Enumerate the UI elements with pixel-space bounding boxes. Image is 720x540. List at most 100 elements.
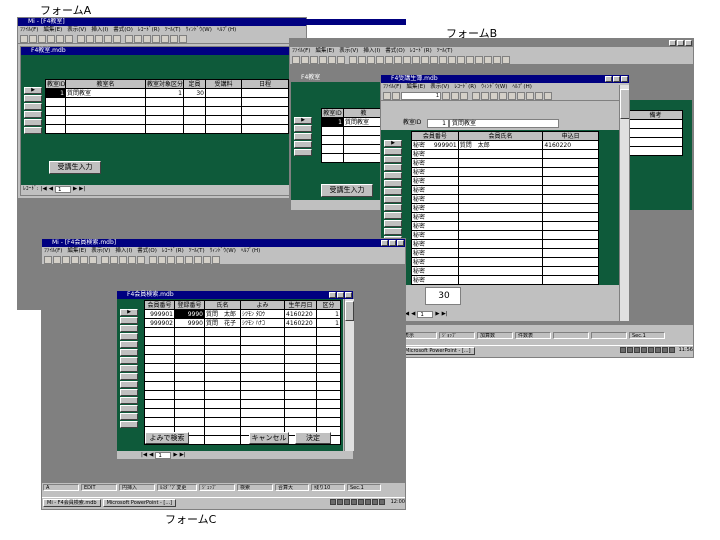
maximize-icon[interactable] <box>677 40 684 46</box>
toolbar-button-icon[interactable] <box>490 92 498 100</box>
cell-birthdate[interactable]: 4160220 <box>284 318 317 328</box>
scrollbar-thumb[interactable] <box>345 301 354 321</box>
toolbar-button-icon[interactable] <box>544 92 552 100</box>
empty-cell[interactable] <box>457 257 544 267</box>
row-selector[interactable] <box>384 148 402 155</box>
tray-icon[interactable] <box>344 499 350 505</box>
empty-cell[interactable] <box>144 336 175 346</box>
table-row[interactable] <box>321 126 384 136</box>
toolbar-button-icon[interactable] <box>194 256 202 264</box>
placeholder-text[interactable]: 秘密 <box>411 221 459 231</box>
row-selector[interactable] <box>120 397 138 404</box>
empty-cell[interactable] <box>284 354 317 364</box>
tray-icon[interactable] <box>372 499 378 505</box>
table-row[interactable]: 秘密 <box>411 158 599 168</box>
cell-category[interactable]: 1 <box>316 309 341 319</box>
empty-cell[interactable] <box>542 230 599 240</box>
cell-member-number[interactable]: 999902 <box>144 318 175 328</box>
tray-icon[interactable] <box>648 347 654 353</box>
toolbar-button-icon[interactable] <box>80 256 88 264</box>
menu-records[interactable]: ﾚｺｰﾄﾞ(R) <box>162 247 184 255</box>
menu-window[interactable]: ｳｨﾝﾄﾞｳ(W) <box>210 247 236 255</box>
table-row[interactable] <box>45 115 289 125</box>
empty-cell[interactable] <box>240 417 285 427</box>
toolbar-button-icon[interactable] <box>301 56 309 64</box>
prev-record-icon[interactable]: ◀ <box>49 186 53 193</box>
menu-tools[interactable]: ﾂｰﾙ(T) <box>165 26 181 34</box>
cell-birthdate[interactable]: 4160220 <box>284 309 317 319</box>
table-row[interactable]: 999902 9990 質問 花子 ｼﾂﾓﾝ ﾊﾅｺ 4160220 1 <box>144 318 341 328</box>
empty-cell[interactable] <box>316 417 341 427</box>
table-row[interactable] <box>144 390 341 400</box>
empty-cell[interactable] <box>240 399 285 409</box>
column-header[interactable]: 教室名 <box>65 79 146 89</box>
toolbar-button-icon[interactable] <box>143 35 151 43</box>
empty-cell[interactable] <box>542 239 599 249</box>
menu-tools[interactable]: ﾂｰﾙ(T) <box>189 247 205 255</box>
toolbar-button-icon[interactable] <box>421 56 429 64</box>
empty-cell[interactable] <box>204 426 241 436</box>
cell-reading[interactable]: ｼﾂﾓﾝ ﾀﾛｳ <box>240 309 285 319</box>
student-entry-button-b[interactable]: 受講生入力 <box>321 184 373 197</box>
close-icon[interactable] <box>345 292 352 298</box>
menu-edit[interactable]: 編集(E) <box>67 247 86 255</box>
next-record-icon[interactable]: ▶ <box>73 186 77 193</box>
taskbar-button-powerpoint[interactable]: Microsoft PowerPoint - [...] <box>102 498 177 507</box>
row-selector[interactable] <box>120 373 138 380</box>
toolbar-button-icon[interactable] <box>442 92 450 100</box>
empty-cell[interactable] <box>542 194 599 204</box>
row-selector[interactable]: ▶ <box>384 140 402 147</box>
empty-cell[interactable] <box>316 363 341 373</box>
empty-cell[interactable] <box>457 194 544 204</box>
empty-cell[interactable] <box>240 354 285 364</box>
empty-cell[interactable] <box>316 327 341 337</box>
placeholder-text[interactable]: 秘密 <box>411 266 459 276</box>
toolbar-button-icon[interactable] <box>125 35 133 43</box>
column-header[interactable]: 申込日 <box>542 131 599 141</box>
empty-cell[interactable] <box>457 239 544 249</box>
row-selector[interactable] <box>384 156 402 163</box>
toolbar-button-icon[interactable] <box>392 92 400 100</box>
placeholder-text[interactable]: 秘密 <box>411 194 459 204</box>
close-icon[interactable] <box>685 40 692 46</box>
tray-icon[interactable] <box>358 499 364 505</box>
tray-icon[interactable] <box>351 499 357 505</box>
table-row[interactable] <box>144 354 341 364</box>
row-selector[interactable]: ▶ <box>120 309 138 316</box>
empty-cell[interactable] <box>316 408 341 418</box>
toolbar-button-icon[interactable] <box>481 92 489 100</box>
toolbar-button-icon[interactable] <box>457 56 465 64</box>
toolbar-button-icon[interactable] <box>185 256 193 264</box>
empty-cell[interactable] <box>204 435 241 445</box>
table-row[interactable]: 秘密 <box>411 257 599 267</box>
empty-cell[interactable] <box>457 203 544 213</box>
empty-cell[interactable] <box>284 345 317 355</box>
column-header[interactable]: 生年月日 <box>284 300 317 310</box>
menu-format[interactable]: 書式(O) <box>113 26 133 34</box>
row-selector[interactable] <box>120 405 138 412</box>
empty-cell[interactable] <box>240 390 285 400</box>
menu-file[interactable]: ﾌｧｲﾙ(F) <box>383 83 401 91</box>
table-row[interactable]: 秘密 <box>411 149 599 159</box>
table-row[interactable]: 秘密 <box>411 194 599 204</box>
toolbar-button-icon[interactable] <box>448 56 456 64</box>
toolbar-button-icon[interactable] <box>149 256 157 264</box>
empty-cell[interactable] <box>457 167 544 177</box>
cell-category[interactable]: 1 <box>316 318 341 328</box>
empty-cell[interactable] <box>144 354 175 364</box>
empty-cell[interactable] <box>316 390 341 400</box>
empty-cell[interactable] <box>144 399 175 409</box>
toolbar-button-icon[interactable] <box>62 256 70 264</box>
placeholder-text[interactable]: 秘密 <box>411 203 459 213</box>
record-number-field[interactable]: 1 <box>417 311 434 318</box>
toolbar-button-icon[interactable] <box>310 56 318 64</box>
toolbar-button-icon[interactable] <box>176 256 184 264</box>
tray-icon[interactable] <box>337 499 343 505</box>
empty-cell[interactable] <box>204 336 241 346</box>
row-selector[interactable] <box>384 180 402 187</box>
empty-cell[interactable] <box>204 390 241 400</box>
toolbar-button-icon[interactable] <box>319 56 327 64</box>
empty-cell[interactable] <box>240 345 285 355</box>
table-row[interactable]: 秘密 <box>411 212 599 222</box>
cancel-button[interactable]: キャンセル <box>249 432 289 444</box>
